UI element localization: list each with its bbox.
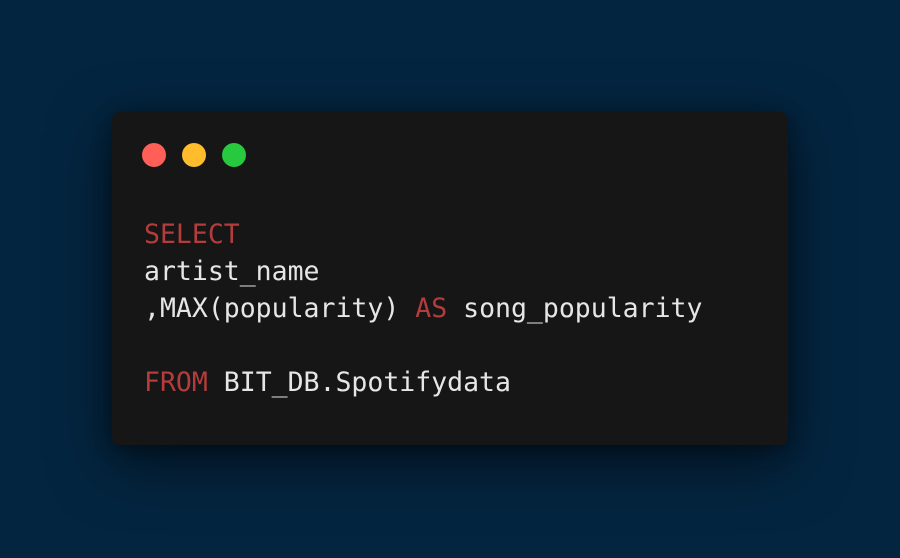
sql-keyword-select: SELECT xyxy=(144,219,240,250)
code-line: ,MAX(popularity) AS song_popularity xyxy=(144,290,702,327)
code-text: BIT_DB.Spotifydata xyxy=(207,367,511,398)
code-text: artist_name xyxy=(144,256,320,287)
minimize-dot-icon[interactable] xyxy=(182,143,206,167)
close-dot-icon[interactable] xyxy=(142,143,166,167)
code-line: artist_name xyxy=(144,253,702,290)
code-text: song_popularity xyxy=(447,293,703,324)
code-block: SELECT artist_name ,MAX(popularity) AS son… xyxy=(144,216,702,401)
sql-keyword-from: FROM xyxy=(144,367,208,398)
sql-keyword-as: AS xyxy=(415,293,448,324)
code-window: SELECT artist_name ,MAX(popularity) AS son… xyxy=(112,112,788,445)
code-line: SELECT xyxy=(144,216,702,253)
code-line: FROM BIT_DB.Spotifydata xyxy=(144,364,702,401)
code-line-empty xyxy=(144,327,702,364)
maximize-dot-icon[interactable] xyxy=(222,143,246,167)
code-text: ,MAX(popularity) xyxy=(144,293,416,324)
